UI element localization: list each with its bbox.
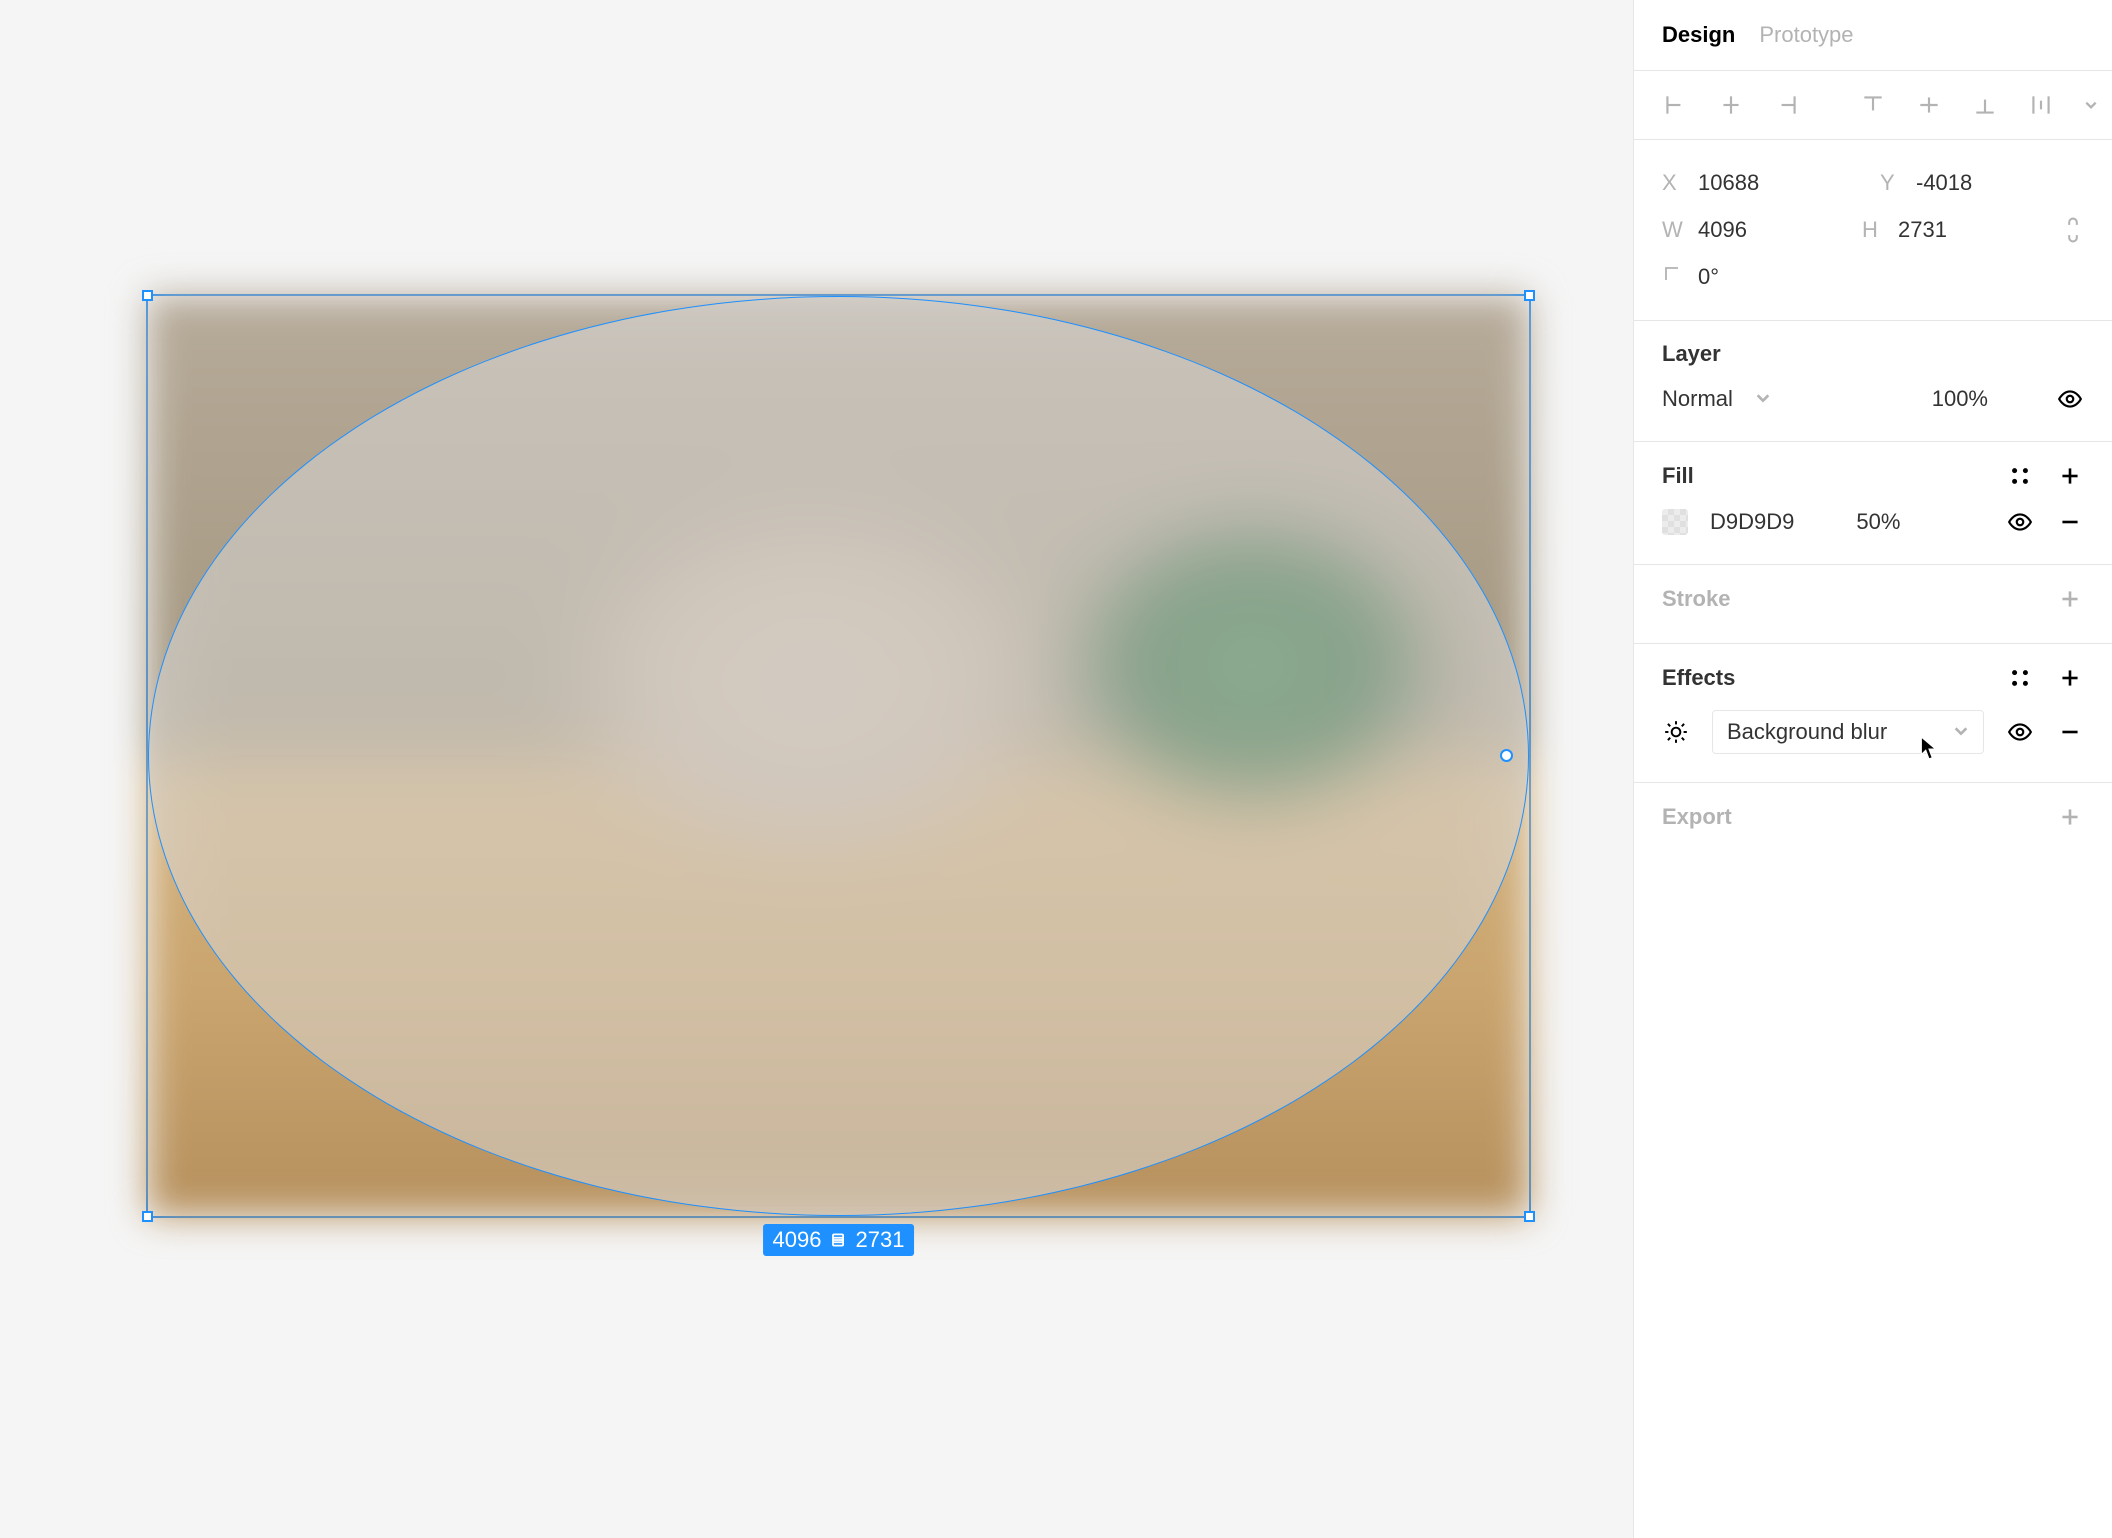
x-value[interactable]: 10688 <box>1698 170 1759 196</box>
add-effect-icon[interactable] <box>2056 664 2084 692</box>
align-hcenter-icon[interactable] <box>1718 91 1744 119</box>
ellipse-layer[interactable] <box>148 296 1529 1216</box>
visibility-toggle-icon[interactable] <box>2056 385 2084 413</box>
w-label: W <box>1662 217 1684 243</box>
fill-hex[interactable]: D9D9D9 <box>1710 509 1794 535</box>
fill-swatch[interactable] <box>1662 509 1688 535</box>
alignment-section <box>1634 70 2112 139</box>
fill-title: Fill <box>1662 463 2006 489</box>
inspector-panel: Design Prototype <box>1633 0 2112 1538</box>
y-value[interactable]: -4018 <box>1916 170 1972 196</box>
canvas[interactable]: 4096 2731 <box>0 0 1633 1538</box>
selection-frame[interactable]: 4096 2731 <box>146 294 1531 1218</box>
layer-opacity[interactable]: 100% <box>1932 386 1988 412</box>
effect-type-label: Background blur <box>1727 719 1941 745</box>
resize-handle-tr[interactable] <box>1524 290 1535 301</box>
fill-styles-icon[interactable] <box>2006 462 2034 490</box>
rotation-value[interactable]: 0° <box>1698 264 1719 290</box>
dimension-width: 4096 <box>773 1229 822 1251</box>
export-title: Export <box>1662 804 2056 830</box>
distribute-icon[interactable] <box>2028 91 2054 119</box>
layer-section: Layer Normal 100% <box>1634 320 2112 441</box>
resize-handle-tl[interactable] <box>142 290 153 301</box>
arc-handle[interactable] <box>1500 749 1513 762</box>
x-label: X <box>1662 170 1684 196</box>
transform-section: X 10688 Y -4018 W 4096 H 2731 <box>1634 139 2112 320</box>
dimension-height: 2731 <box>856 1229 905 1251</box>
add-export-icon[interactable] <box>2056 803 2084 831</box>
effects-title: Effects <box>1662 665 2006 691</box>
effects-styles-icon[interactable] <box>2006 664 2034 692</box>
align-top-icon[interactable] <box>1860 91 1886 119</box>
chevron-down-icon[interactable] <box>1755 386 1771 412</box>
remove-effect-icon[interactable] <box>2056 718 2084 746</box>
resize-handle-br[interactable] <box>1524 1211 1535 1222</box>
lock-icon <box>830 1231 848 1249</box>
effect-type-dropdown[interactable]: Background blur <box>1712 710 1984 754</box>
align-vcenter-icon[interactable] <box>1916 91 1942 119</box>
fill-visibility-icon[interactable] <box>2006 508 2034 536</box>
add-stroke-icon[interactable] <box>2056 585 2084 613</box>
effect-visibility-icon[interactable] <box>2006 718 2034 746</box>
tab-design[interactable]: Design <box>1662 22 1735 48</box>
y-label: Y <box>1880 170 1902 196</box>
align-bottom-icon[interactable] <box>1972 91 1998 119</box>
effects-section: Effects <box>1634 643 2112 782</box>
more-align-icon[interactable] <box>2084 91 2098 119</box>
align-right-icon[interactable] <box>1774 91 1800 119</box>
inspector-tabs: Design Prototype <box>1634 0 2112 70</box>
align-left-icon[interactable] <box>1662 91 1688 119</box>
rotation-icon <box>1662 264 1684 290</box>
stroke-section: Stroke <box>1634 564 2112 643</box>
fill-opacity[interactable]: 50% <box>1856 509 1900 535</box>
export-section: Export <box>1634 782 2112 861</box>
w-value[interactable]: 4096 <box>1698 217 1747 243</box>
constrain-proportions-icon[interactable] <box>2062 216 2084 244</box>
resize-handle-bl[interactable] <box>142 1211 153 1222</box>
stroke-title: Stroke <box>1662 586 2056 612</box>
effect-settings-icon[interactable] <box>1662 718 1690 746</box>
tab-prototype[interactable]: Prototype <box>1759 22 1853 48</box>
blend-mode[interactable]: Normal <box>1662 386 1733 412</box>
chevron-down-icon <box>1953 719 1969 745</box>
remove-fill-icon[interactable] <box>2056 508 2084 536</box>
add-fill-icon[interactable] <box>2056 462 2084 490</box>
h-value[interactable]: 2731 <box>1898 217 1947 243</box>
layer-title: Layer <box>1662 341 2084 367</box>
fill-section: Fill D9D9D9 50% <box>1634 441 2112 564</box>
h-label: H <box>1862 217 1884 243</box>
dimension-badge: 4096 2731 <box>763 1224 915 1256</box>
